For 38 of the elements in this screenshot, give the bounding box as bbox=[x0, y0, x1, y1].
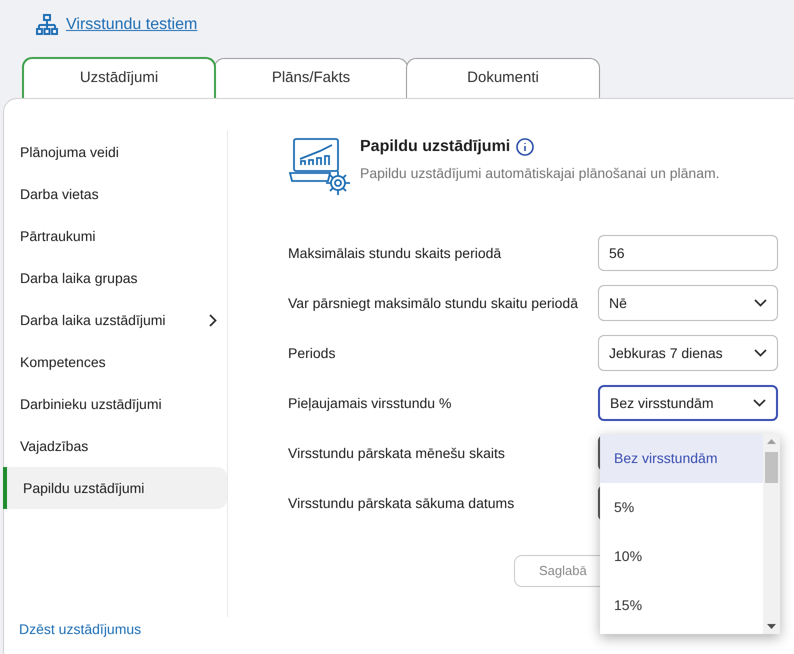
select-field[interactable]: Jebkuras 7 dienas bbox=[598, 335, 778, 371]
sidebar-item[interactable]: Darba laika grupas bbox=[4, 257, 227, 299]
breadcrumb-link[interactable]: Virsstundu testiem bbox=[66, 13, 198, 37]
select-field[interactable]: Nē bbox=[598, 285, 778, 321]
sidebar-item[interactable]: Kompetences bbox=[4, 341, 227, 383]
scrollbar[interactable] bbox=[763, 434, 780, 634]
chevron-down-icon bbox=[753, 399, 766, 407]
tab[interactable]: Uzstādījumi bbox=[22, 57, 216, 98]
section-title: Papildu uzstādījumi bbox=[360, 137, 510, 157]
field-label: Var pārsniegt maksimālo stundu skaitu periodā bbox=[288, 294, 578, 313]
scroll-down-icon[interactable] bbox=[767, 624, 776, 629]
sidebar-item[interactable]: Pārtraukumi bbox=[4, 215, 227, 257]
chevron-down-icon bbox=[754, 299, 767, 307]
scrollbar-thumb[interactable] bbox=[765, 452, 778, 483]
dropdown-option[interactable]: 5% bbox=[600, 483, 763, 532]
hierarchy-icon bbox=[36, 14, 58, 36]
section-description: Papildu uzstādījumi automātiskajai plānošanai un plānam. bbox=[360, 164, 720, 183]
field-label: Maksimālais stundu skaits periodā bbox=[288, 244, 502, 263]
field-label: Pieļaujamais virsstundu % bbox=[288, 394, 452, 413]
dropdown-option[interactable]: Bez virsstundām bbox=[600, 434, 763, 483]
info-icon[interactable] bbox=[516, 138, 534, 156]
scroll-up-icon[interactable] bbox=[767, 439, 776, 444]
field-label: Virsstundu pārskata mēnešu skaits bbox=[288, 444, 505, 463]
tab[interactable]: Plāns/Fakts bbox=[214, 58, 408, 98]
field-label: Virsstundu pārskata sākuma datums bbox=[288, 494, 514, 513]
field-label: Periods bbox=[288, 344, 336, 362]
chevron-down-icon bbox=[754, 349, 767, 357]
sidebar-item[interactable]: Darba laika uzstādījumi bbox=[4, 299, 227, 341]
tab[interactable]: Dokumenti bbox=[406, 58, 600, 98]
delete-settings-link[interactable]: Dzēst uzstādījumus bbox=[19, 619, 142, 640]
select-field[interactable]: Bez virsstundām bbox=[598, 385, 778, 421]
input-field[interactable]: 56 bbox=[598, 235, 778, 271]
sidebar-item[interactable]: Plānojuma veidi bbox=[4, 131, 227, 173]
sidebar-item[interactable]: Darbinieku uzstādījumi bbox=[4, 383, 227, 425]
sidebar-item[interactable]: Papildu uzstādījumi bbox=[3, 467, 227, 509]
laptop-gear-icon bbox=[288, 135, 352, 197]
sidebar-item[interactable]: Vajadzības bbox=[4, 425, 227, 467]
sidebar-item[interactable]: Darba vietas bbox=[4, 173, 227, 215]
